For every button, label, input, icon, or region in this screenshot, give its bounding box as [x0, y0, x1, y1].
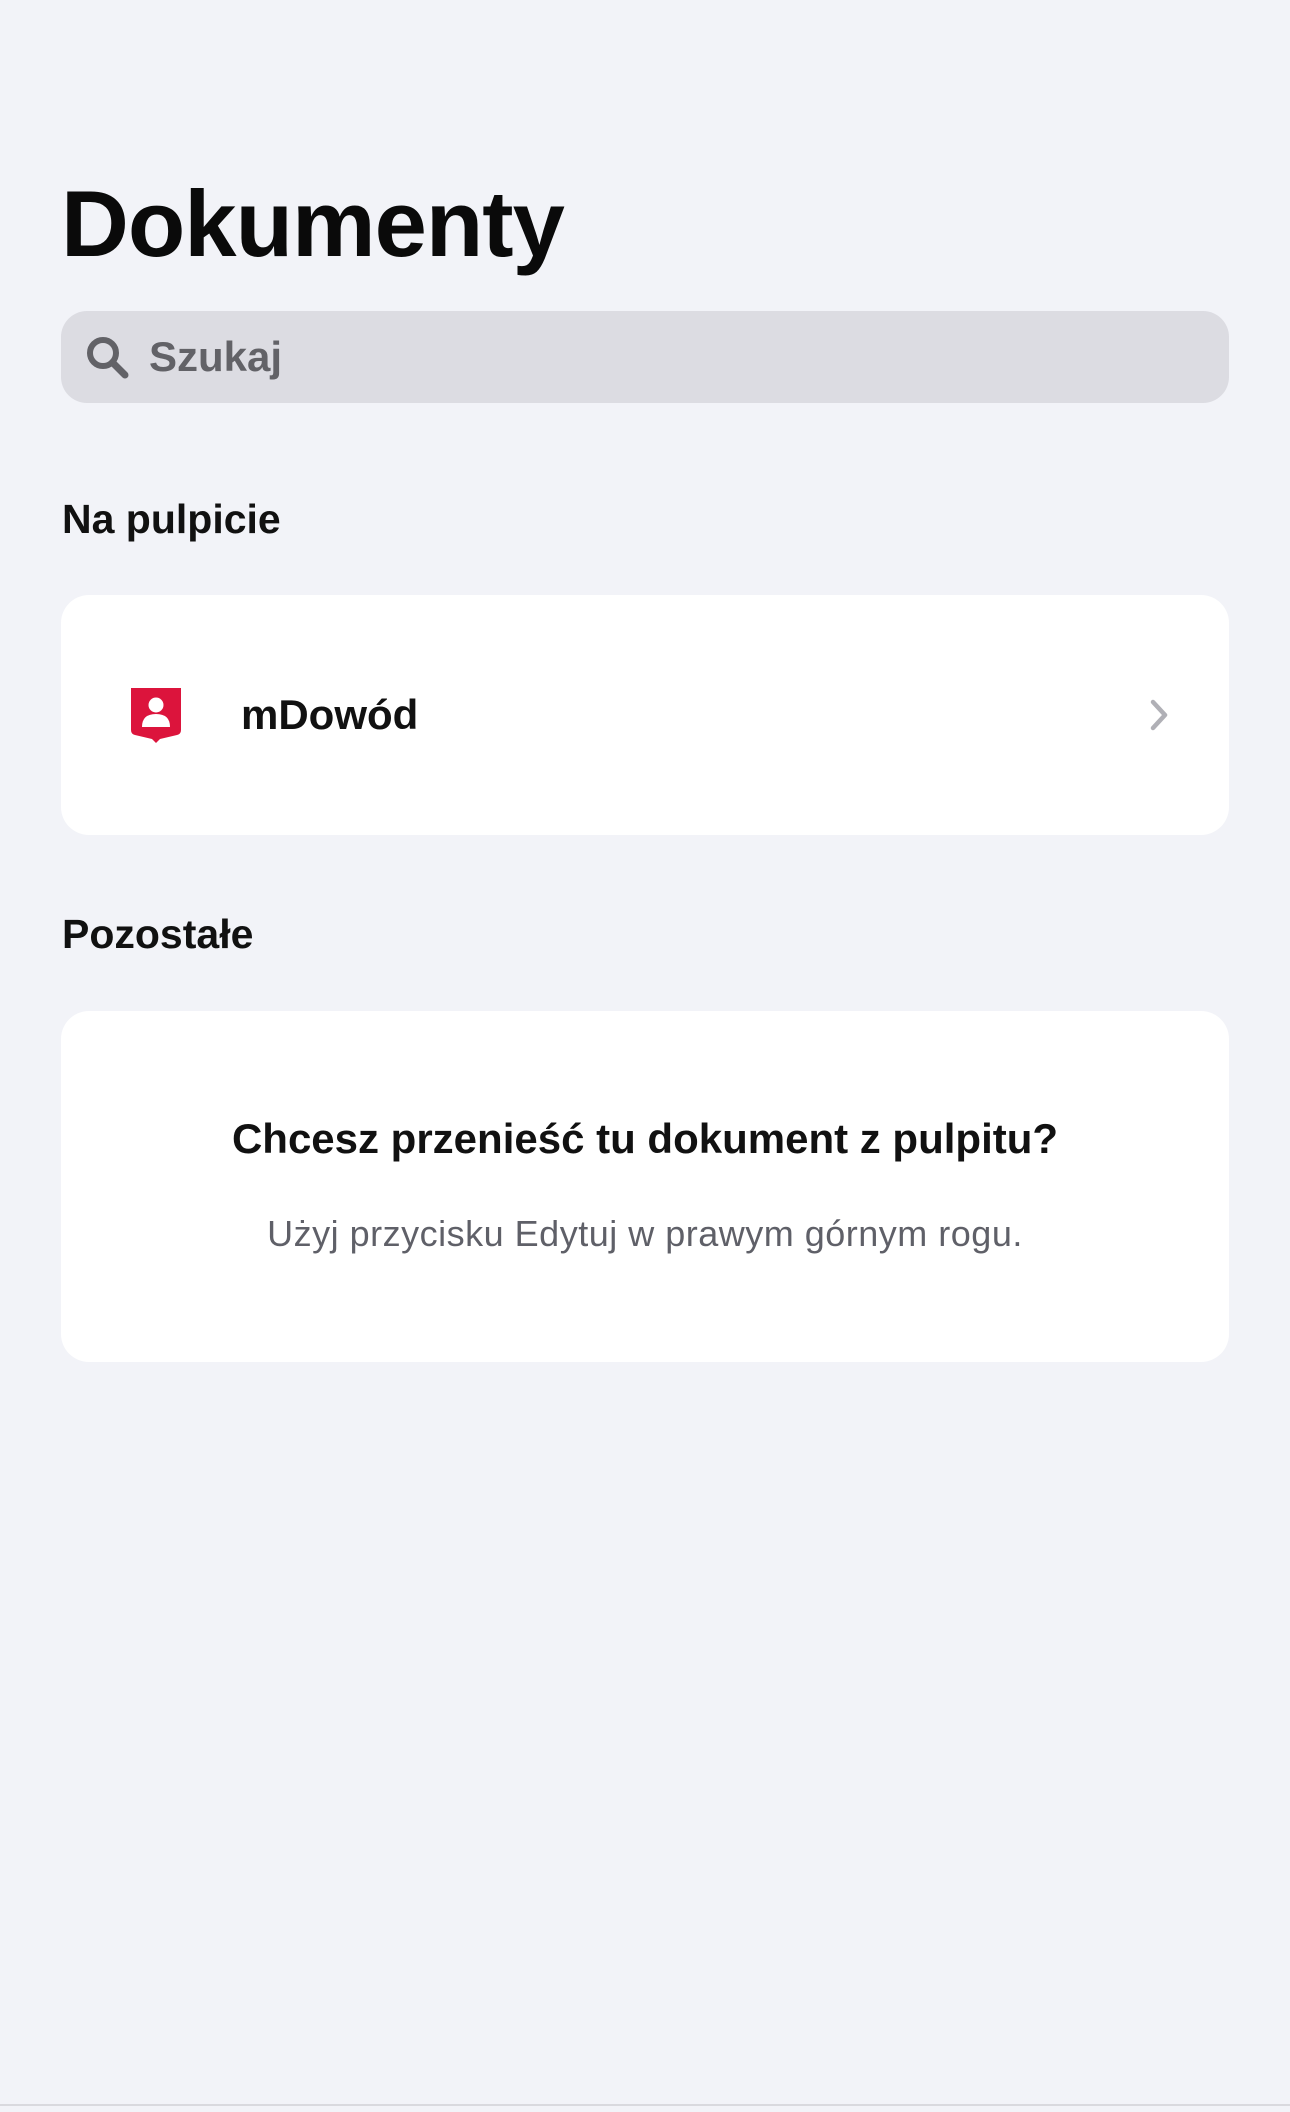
section-heading-other: Pozostałe [62, 911, 254, 957]
page-title: Dokumenty [61, 171, 565, 276]
search-icon [83, 333, 131, 381]
empty-state-title: Chcesz przenieść tu dokument z pulpitu? [231, 1115, 1059, 1162]
empty-state-card: Chcesz przenieść tu dokument z pulpitu? … [61, 1011, 1229, 1362]
empty-state-subtitle: Użyj przycisku Edytuj w prawym górnym ro… [267, 1213, 1023, 1254]
document-label: mDowód [241, 691, 419, 738]
section-heading-desktop: Na pulpicie [62, 496, 281, 542]
search-input[interactable] [149, 333, 1189, 381]
search-bar[interactable] [61, 311, 1229, 403]
document-item-mdowod[interactable]: mDowód [61, 595, 1229, 835]
chevron-right-icon [1145, 695, 1173, 735]
id-card-shield-icon [129, 685, 183, 745]
bottom-divider [0, 2104, 1290, 2106]
